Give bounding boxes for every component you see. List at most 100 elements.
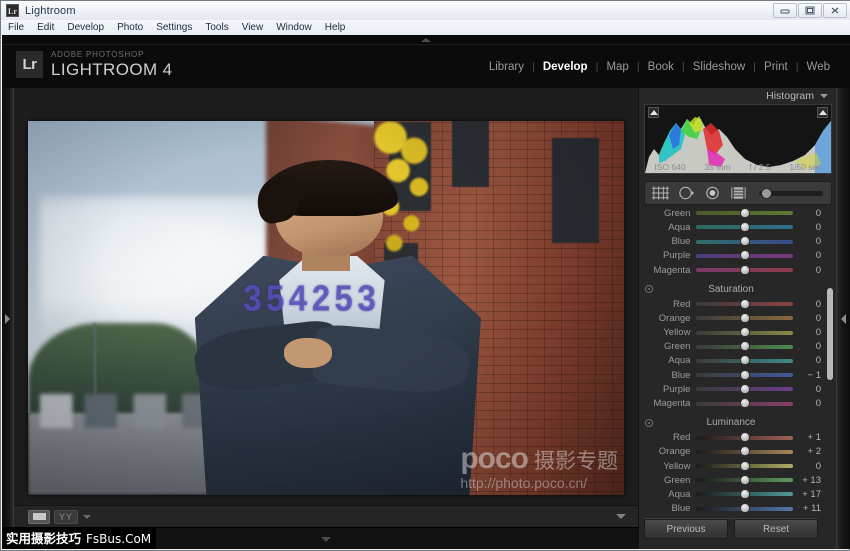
maximize-button[interactable] [798,3,822,18]
module-library[interactable]: Library [481,61,532,73]
hsl-slider-track[interactable] [696,492,793,496]
menu-settings[interactable]: Settings [156,22,199,33]
hsl-slider-value[interactable]: + 13 [793,475,823,486]
hsl-slider-track[interactable] [696,316,793,320]
hsl-slider-row[interactable]: Purple0 [639,382,823,396]
chevron-down-icon[interactable] [820,94,828,98]
hsl-slider-knob[interactable] [740,236,750,246]
hsl-slider-row[interactable]: Orange+ 2 [639,445,823,459]
graduated-filter-icon[interactable] [729,185,748,201]
target-adjust-icon[interactable] [645,419,653,427]
hsl-slider-value[interactable]: 0 [793,461,823,472]
module-slideshow[interactable]: Slideshow [685,61,753,73]
toolbar-options-icon[interactable] [616,514,626,519]
hsl-slider-track[interactable] [696,240,793,244]
hsl-slider-value[interactable]: − 1 [793,370,823,381]
module-map[interactable]: Map [598,61,636,73]
hsl-slider-track[interactable] [696,359,793,363]
hsl-slider-value[interactable]: 0 [793,327,823,338]
spot-removal-icon[interactable] [677,185,696,201]
hsl-slider-row[interactable]: Yellow0 [639,459,823,473]
module-book[interactable]: Book [640,61,682,73]
hsl-slider-knob[interactable] [740,299,750,309]
loupe-view-button[interactable] [28,510,50,524]
hsl-slider-knob[interactable] [740,489,750,499]
hsl-slider-track[interactable] [696,373,793,377]
hsl-slider-row[interactable]: Green+ 13 [639,473,823,487]
photo-frame[interactable]: 354253 poco 摄影专题 http://photo.poco.cn/ [28,121,624,495]
crop-overlay-icon[interactable] [651,185,670,201]
hsl-slider-value[interactable]: + 2 [793,446,823,457]
hsl-slider-row[interactable]: Yellow0 [639,326,823,340]
hsl-slider-knob[interactable] [740,432,750,442]
hsl-slider-knob[interactable] [740,208,750,218]
close-button[interactable] [823,3,847,18]
target-adjust-icon[interactable] [645,285,653,293]
hsl-slider-value[interactable]: 0 [793,355,823,366]
hsl-slider-value[interactable]: 0 [793,265,823,276]
hsl-slider-row[interactable]: Blue0 [639,235,823,249]
highlight-clipping-indicator[interactable] [817,107,828,118]
histogram-header[interactable]: Histogram [639,88,836,104]
hsl-slider-knob[interactable] [740,503,750,513]
hsl-slider-row[interactable]: Red+ 1 [639,431,823,445]
module-develop[interactable]: Develop [535,61,596,73]
hsl-slider-track[interactable] [696,331,793,335]
hsl-slider-track[interactable] [696,450,793,454]
hsl-slider-value[interactable]: + 17 [793,489,823,500]
hsl-slider-row[interactable]: Green0 [639,340,823,354]
hsl-slider-knob[interactable] [740,398,750,408]
hsl-slider-knob[interactable] [740,250,750,260]
hsl-slider-value[interactable]: 0 [793,398,823,409]
hsl-slider-knob[interactable] [740,341,750,351]
previous-button[interactable]: Previous [644,519,728,539]
hsl-slider-value[interactable]: 0 [793,208,823,219]
hsl-slider-row[interactable]: Blue− 1 [639,368,823,382]
menu-tools[interactable]: Tools [205,22,235,33]
menu-develop[interactable]: Develop [67,22,111,33]
hsl-slider-knob[interactable] [740,222,750,232]
hsl-slider-knob[interactable] [740,446,750,456]
compare-view-button[interactable]: YY [54,510,78,524]
hsl-slider-value[interactable]: + 11 [793,503,823,513]
menu-window[interactable]: Window [276,22,319,33]
hsl-slider-knob[interactable] [740,327,750,337]
hsl-slider-value[interactable]: + 1 [793,432,823,443]
minimize-button[interactable] [773,3,797,18]
histogram-graph[interactable]: ISO 640 35 mm f / 2.5 1/50 sec [644,104,832,174]
hsl-slider-value[interactable]: 0 [793,250,823,261]
hsl-slider-track[interactable] [696,387,793,391]
hsl-slider-value[interactable]: 0 [793,222,823,233]
hsl-slider-row[interactable]: Magenta0 [639,263,823,277]
hsl-slider-knob[interactable] [740,461,750,471]
red-eye-correction-icon[interactable] [703,185,722,201]
hsl-slider-track[interactable] [696,436,793,440]
hsl-slider-row[interactable]: Magenta0 [639,396,823,410]
tool-amount-knob[interactable] [761,188,772,199]
reset-button[interactable]: Reset [734,519,818,539]
hsl-slider-track[interactable] [696,402,793,406]
hsl-slider-track[interactable] [696,464,793,468]
hsl-slider-track[interactable] [696,345,793,349]
hsl-slider-row[interactable]: Blue+ 11 [639,502,823,513]
hsl-slider-knob[interactable] [740,384,750,394]
hsl-slider-knob[interactable] [740,355,750,365]
module-web[interactable]: Web [799,61,838,73]
right-panel-scrollbar[interactable] [827,288,833,380]
tool-amount-slider[interactable] [759,191,823,196]
hsl-slider-value[interactable]: 0 [793,236,823,247]
hsl-slider-row[interactable]: Aqua0 [639,354,823,368]
hsl-slider-row[interactable]: Orange0 [639,311,823,325]
hsl-slider-value[interactable]: 0 [793,299,823,310]
hsl-slider-knob[interactable] [740,475,750,485]
hsl-slider-track[interactable] [696,211,793,215]
menu-photo[interactable]: Photo [117,22,150,33]
hsl-slider-row[interactable]: Aqua0 [639,220,823,234]
hsl-slider-track[interactable] [696,254,793,258]
identity-plate[interactable]: Lr ADOBE PHOTOSHOP LIGHTROOM 4 [16,51,173,78]
chevron-down-icon[interactable] [83,515,91,519]
hsl-slider-value[interactable]: 0 [793,341,823,352]
hsl-slider-row[interactable]: Red0 [639,297,823,311]
hsl-slider-value[interactable]: 0 [793,384,823,395]
menu-edit[interactable]: Edit [37,22,61,33]
